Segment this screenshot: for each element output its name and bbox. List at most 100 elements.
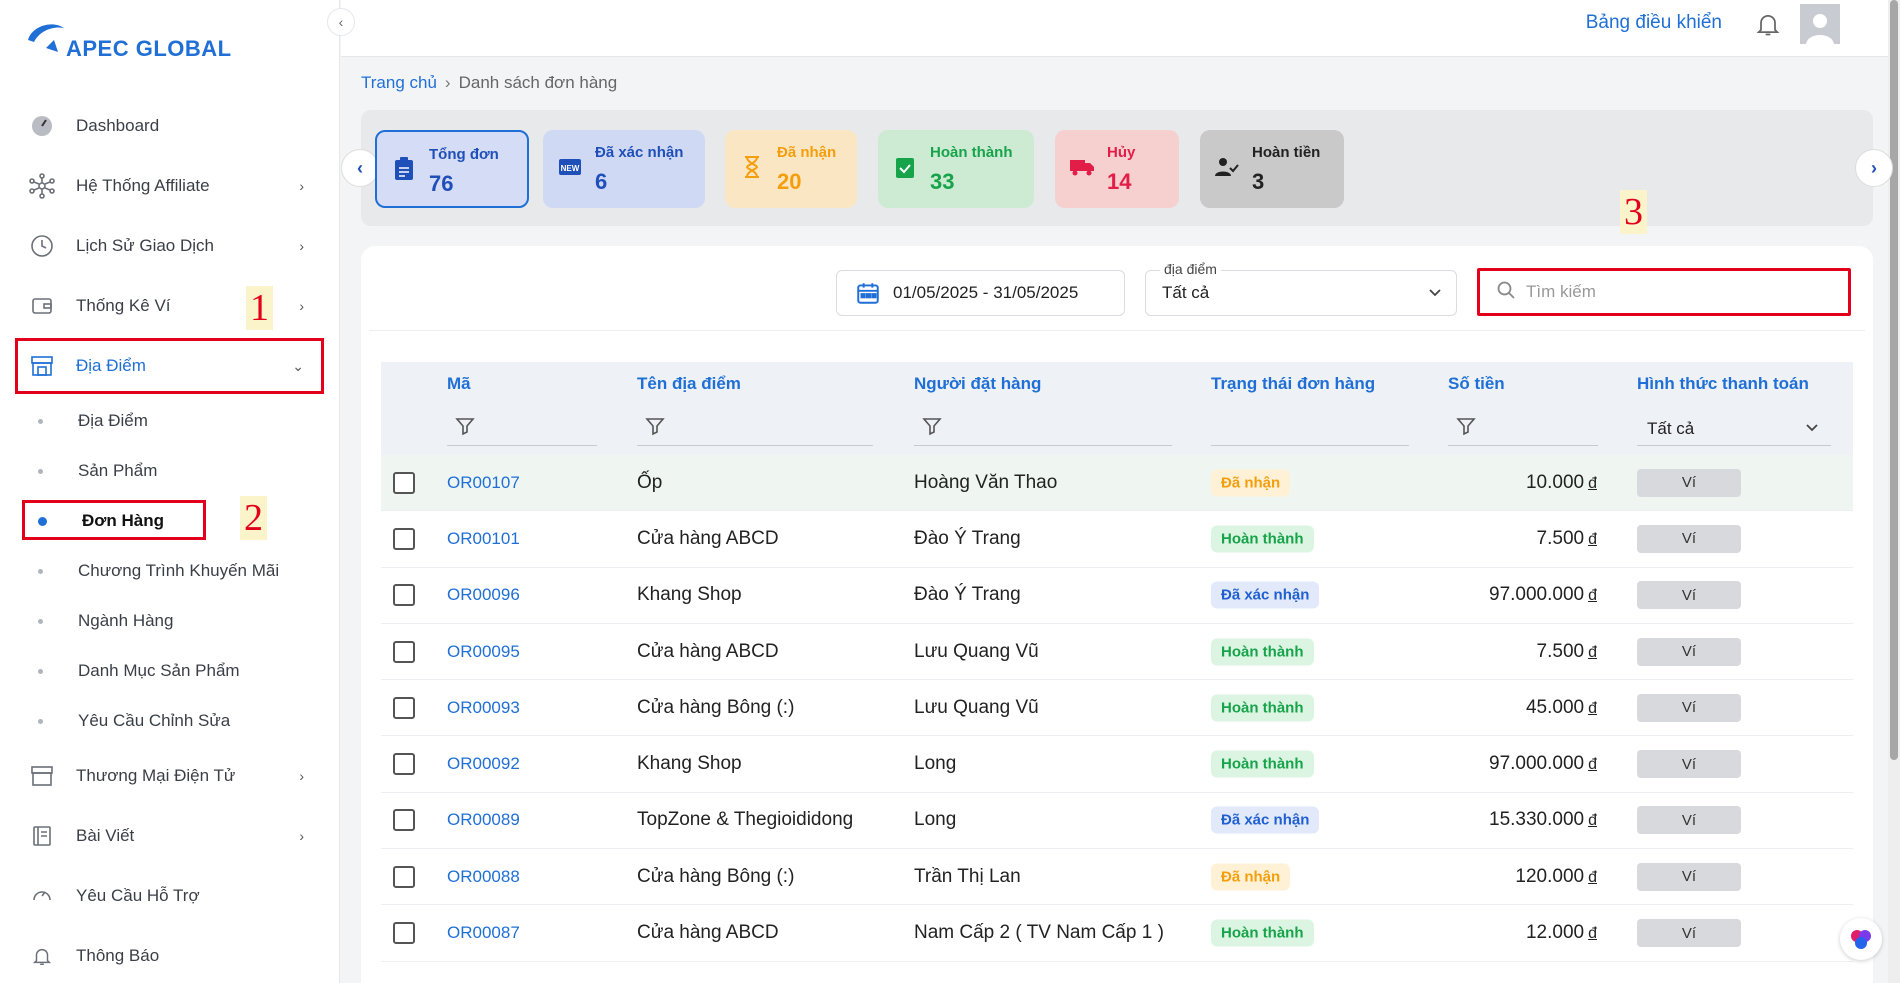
order-code-link[interactable]: OR00093 (447, 698, 520, 718)
row-checkbox[interactable] (393, 865, 415, 888)
row-checkbox[interactable] (393, 471, 415, 494)
stat-value: 6 (595, 169, 608, 194)
status-badge: Hoàn thành (1211, 694, 1314, 722)
currency-symbol: đ (1588, 812, 1597, 830)
notification-bell-icon[interactable] (1754, 10, 1782, 38)
row-checkbox[interactable] (393, 753, 415, 776)
sidebar-item-wallet-stats[interactable]: Thống Kê Ví › (0, 276, 340, 336)
table-row[interactable]: OR00088 Cửa hàng Bông (:) Trần Thị Lan Đã n… (381, 849, 1853, 906)
row-checkbox[interactable] (393, 584, 415, 607)
sidebar-item-support[interactable]: Yêu Cầu Hỗ Trợ (0, 866, 340, 926)
stats-next-button[interactable]: › (1855, 149, 1893, 187)
sidebar-subitem-product-categories[interactable]: Danh Mục Sản Phẩm (0, 646, 340, 696)
order-code-link[interactable]: OR00089 (447, 810, 520, 830)
stat-card-received[interactable]: Đã nhận 20 (725, 130, 857, 208)
order-code-link[interactable]: OR00092 (447, 754, 520, 774)
user-filter[interactable] (914, 412, 1172, 446)
chevron-left-icon: ‹ (357, 157, 363, 178)
search-box[interactable] (1477, 268, 1851, 316)
date-range-picker[interactable]: 01/05/2025 - 31/05/2025 (836, 270, 1125, 316)
table-row[interactable]: OR00093 Cửa hàng Bông (:) Lưu Quang Vũ Hoàn… (381, 680, 1853, 737)
order-code-link[interactable]: OR00088 (447, 867, 520, 887)
sidebar-subitem-promotions[interactable]: Chương Trình Khuyến Mãi (0, 546, 340, 596)
payment-method-badge: Ví (1637, 468, 1741, 497)
stats-prev-button[interactable]: ‹ (341, 149, 379, 187)
breadcrumb-home[interactable]: Trang chủ (361, 73, 437, 93)
row-checkbox[interactable] (393, 640, 415, 663)
location-name: Cửa hàng ABCD (637, 527, 779, 549)
table-row[interactable]: OR00087 Cửa hàng ABCD Nam Cấp 2 ( TV Nam C… (381, 905, 1853, 962)
sidebar-collapse-button[interactable]: ‹ (327, 8, 355, 36)
status-filter[interactable] (1211, 412, 1409, 446)
stat-value: 76 (429, 171, 454, 196)
amount-filter[interactable] (1448, 412, 1598, 446)
stat-title: Hoàn tiền (1252, 144, 1321, 161)
stat-card-total[interactable]: Tổng đơn 76 (375, 130, 529, 208)
scrollbar-thumb[interactable] (1890, 0, 1898, 760)
sidebar-subitem-edit-requests[interactable]: Yêu Cầu Chỉnh Sửa (0, 696, 340, 746)
sidebar-subitem-location[interactable]: Địa Điểm (0, 396, 340, 446)
amount-value: 97.000.000 (1489, 753, 1585, 775)
user-check-icon (1214, 154, 1240, 180)
payment-filter-select[interactable]: Tất cả (1637, 412, 1831, 446)
payment-method-badge: Ví (1637, 862, 1741, 891)
row-checkbox[interactable] (393, 809, 415, 832)
stat-card-cancelled[interactable]: Hủy 14 (1055, 130, 1179, 208)
sidebar-item-affiliate[interactable]: Hệ Thống Affiliate › (0, 156, 340, 216)
page-scrollbar[interactable] (1888, 0, 1900, 983)
ai-assistant-button[interactable] (1840, 918, 1882, 960)
table-row[interactable]: OR00096 Khang Shop Đào Ý Trang Đã xác nhận 9… (381, 568, 1853, 624)
order-code-link[interactable]: OR00095 (447, 642, 520, 662)
table-row[interactable]: OR00101 Cửa hàng ABCD Đào Ý Trang Hoàn thàn… (381, 511, 1853, 568)
stat-card-confirmed[interactable]: NEW Đã xác nhận 6 (543, 130, 705, 208)
search-input[interactable] (1526, 282, 1826, 302)
column-header-user[interactable]: Người đặt hàng (914, 374, 1041, 394)
row-checkbox[interactable] (393, 527, 415, 550)
order-code-link[interactable]: OR00107 (447, 473, 520, 493)
amount-cell: 97.000.000 đ (1489, 753, 1597, 775)
topbar: Bảng điều khiển (341, 0, 1900, 57)
order-code-link[interactable]: OR00101 (447, 529, 520, 549)
currency-symbol: đ (1588, 474, 1597, 492)
sidebar-item-transaction-history[interactable]: Lịch Sử Giao Dịch › (0, 216, 340, 276)
stat-card-refunded[interactable]: Hoàn tiền 3 (1200, 130, 1344, 208)
sidebar-item-label: Yêu Cầu Hỗ Trợ (76, 886, 200, 905)
sidebar-item-dashboard[interactable]: Dashboard (0, 96, 340, 156)
column-header-amount[interactable]: Số tiền (1448, 374, 1505, 394)
sidebar-item-ecommerce[interactable]: Thương Mại Điện Tử › (0, 746, 340, 806)
sidebar-item-notifications[interactable]: Thông Báo (0, 926, 340, 983)
table-row[interactable]: OR00107 Ốp Hoàng Văn Thao Đã nhận 10.000 đ Ví (381, 455, 1853, 512)
location-select[interactable]: địa điểm Tất cả (1145, 261, 1457, 316)
annotation-box-2 (22, 500, 206, 540)
amount-value: 7.500 (1536, 640, 1585, 662)
sidebar-subitem-products[interactable]: Sản Phẩm (0, 446, 340, 496)
table-row[interactable]: OR00089 TopZone & Thegioididong Long Đã xác… (381, 793, 1853, 850)
column-header-status[interactable]: Trạng thái đơn hàng (1211, 374, 1375, 394)
sidebar-subitem-industries[interactable]: Ngành Hàng (0, 596, 340, 646)
location-name: TopZone & Thegioididong (637, 809, 854, 831)
sidebar-subitem-label: Yêu Cầu Chỉnh Sửa (78, 711, 231, 730)
column-header-code[interactable]: Mã (447, 374, 471, 394)
table-row[interactable]: OR00092 Khang Shop Long Hoàn thành 97.000.00… (381, 736, 1853, 793)
payment-method-badge: Ví (1637, 806, 1741, 835)
avatar[interactable] (1800, 4, 1840, 44)
sidebar-item-articles[interactable]: Bài Viết › (0, 806, 340, 866)
code-filter[interactable] (447, 412, 597, 446)
dashboard-link[interactable]: Bảng điều khiển (1586, 12, 1722, 34)
bullet-icon (38, 468, 43, 474)
row-checkbox[interactable] (393, 922, 415, 945)
brand-logo[interactable]: APEC GLOBAL (24, 18, 232, 62)
order-code-link[interactable]: OR00096 (447, 585, 520, 605)
order-code-link[interactable]: OR00087 (447, 923, 520, 943)
location-filter[interactable] (637, 412, 873, 446)
stat-card-completed[interactable]: Hoàn thành 33 (878, 130, 1034, 208)
brand-name: APEC GLOBAL (66, 36, 232, 61)
row-checkbox[interactable] (393, 696, 415, 719)
currency-symbol: đ (1588, 530, 1597, 548)
column-header-payment[interactable]: Hình thức thanh toán (1637, 374, 1809, 394)
sidebar-item-label: Dashboard (76, 116, 160, 135)
column-header-location[interactable]: Tên địa điểm (637, 374, 741, 394)
currency-symbol: đ (1588, 699, 1597, 717)
bullet-icon (38, 618, 43, 624)
table-row[interactable]: OR00095 Cửa hàng ABCD Lưu Quang Vũ Hoàn thà… (381, 624, 1853, 681)
